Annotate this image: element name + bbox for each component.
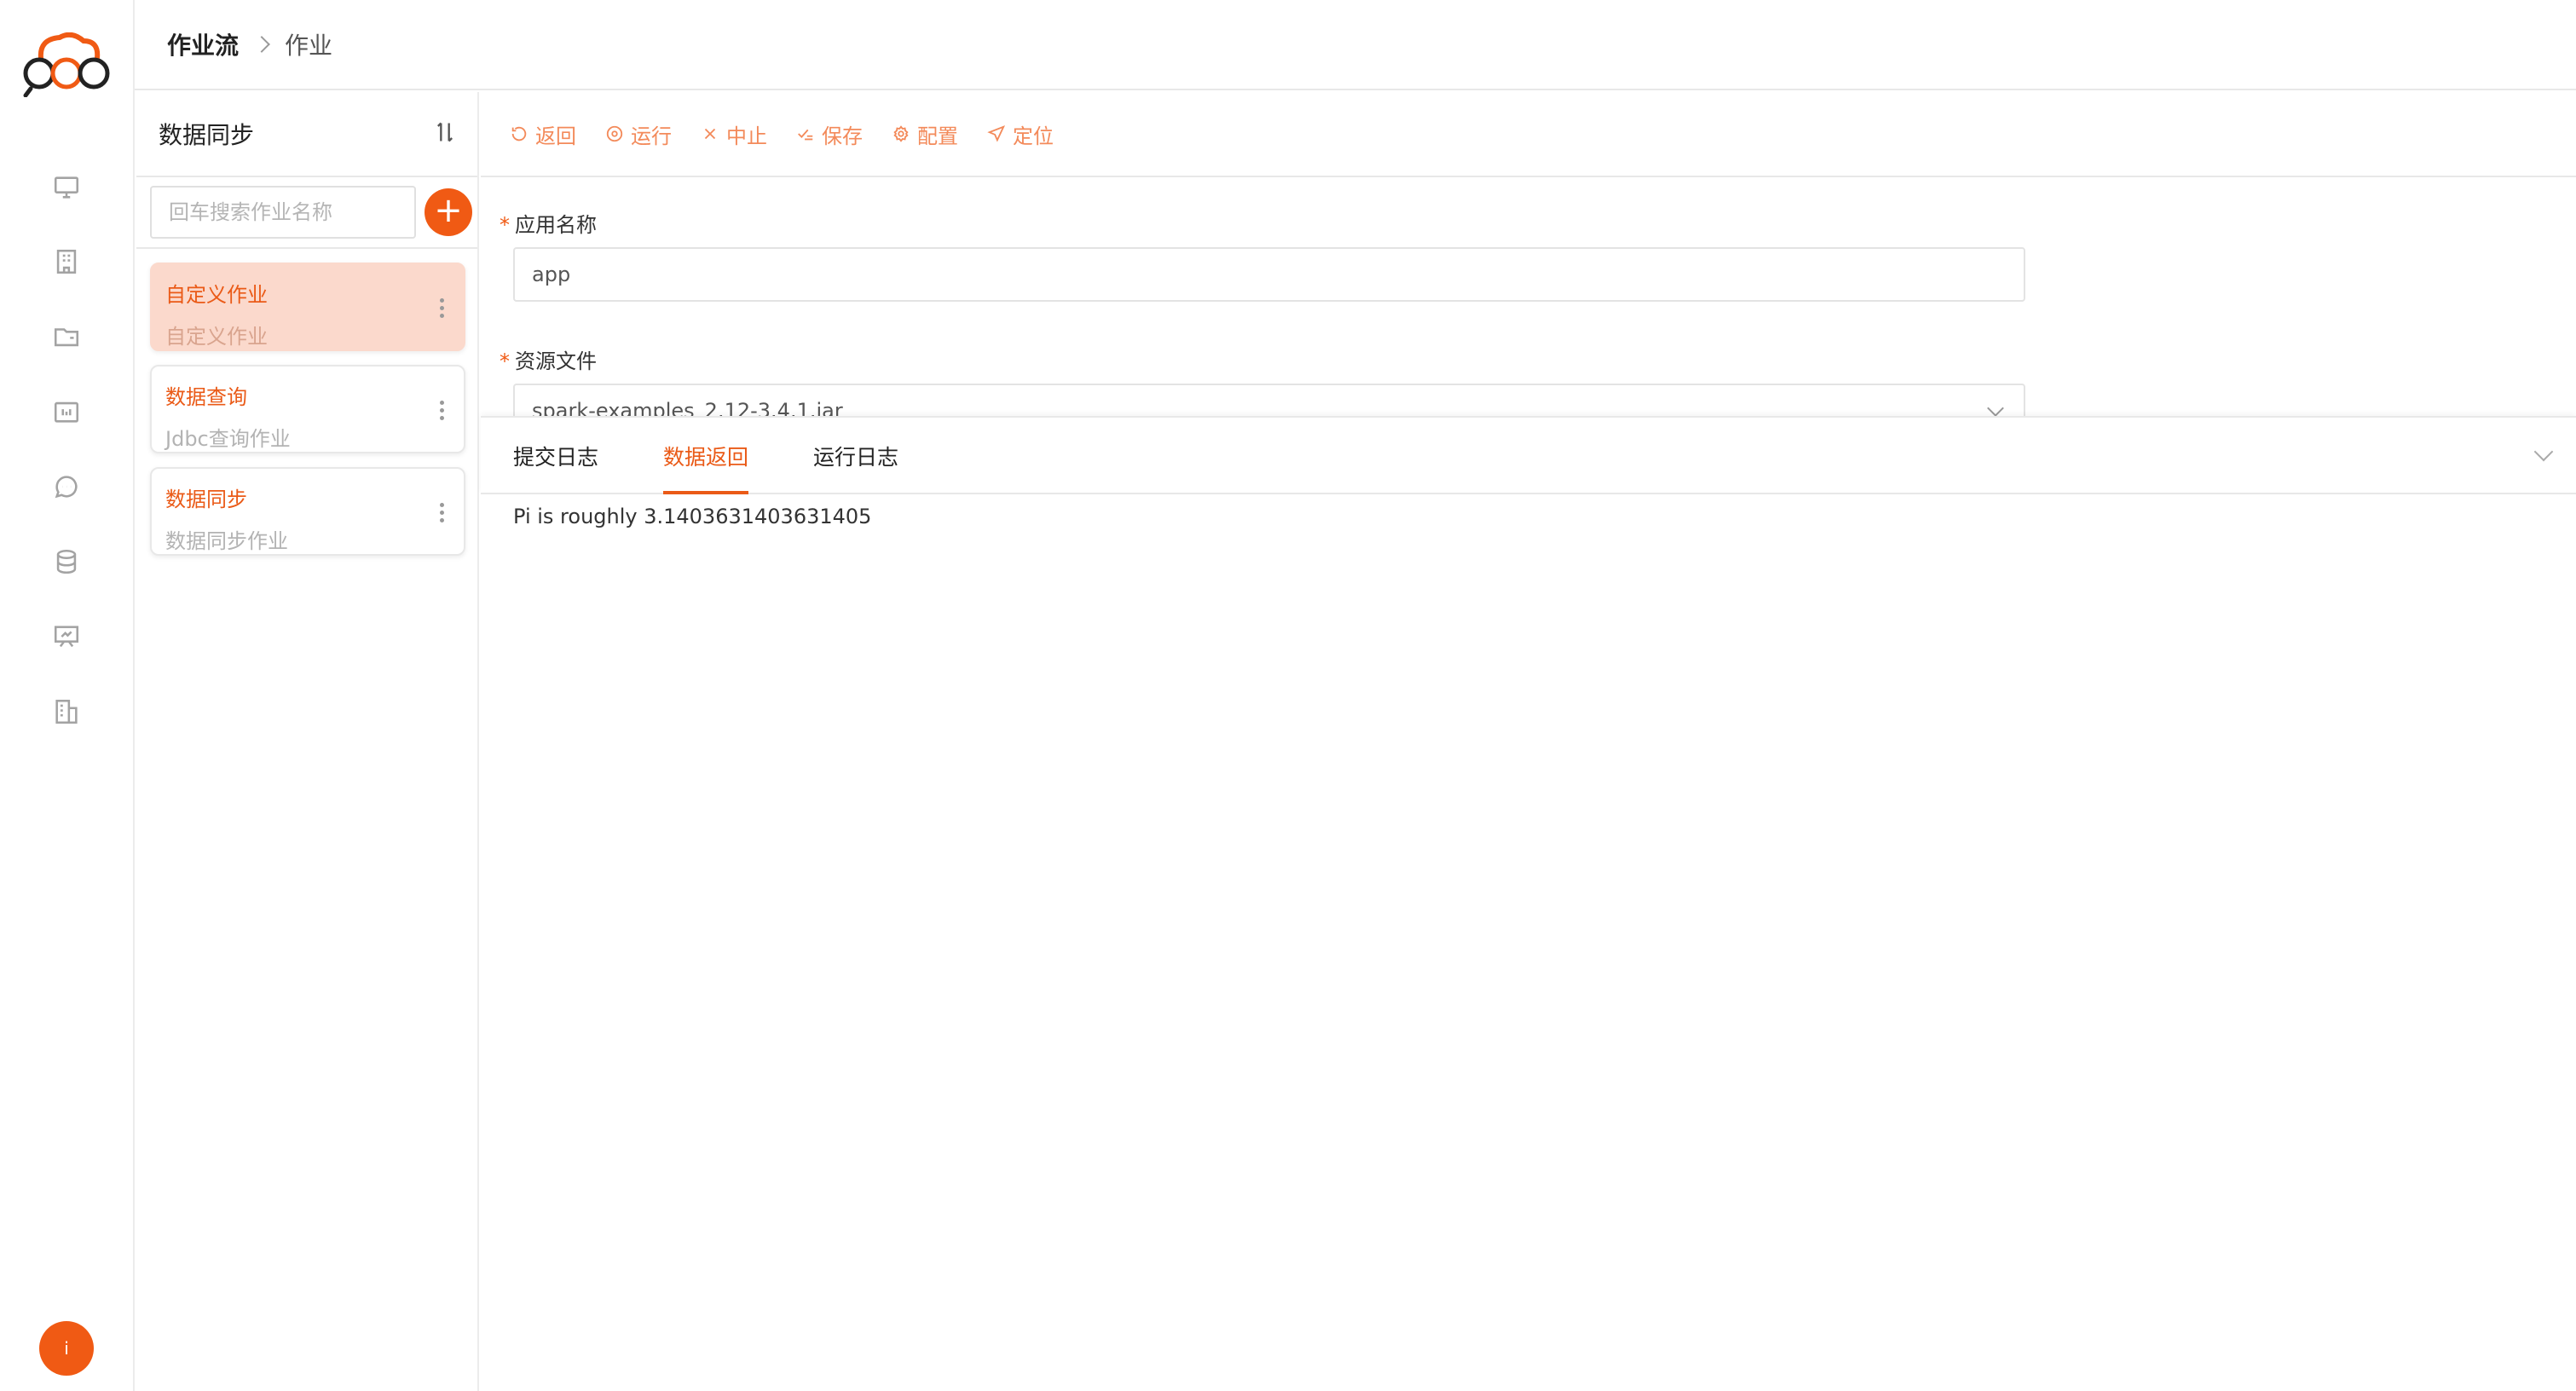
job-search-input[interactable] [150,186,416,239]
logo-icon [23,32,110,97]
top-header: 作业流 作业 [135,0,2576,90]
job-toolbar: 返回 运行 中止 保存 配置 定位 [481,92,2576,177]
job-card-custom[interactable]: 自定义作业 自定义作业 [150,263,465,351]
job-name: 数据同步 [165,488,247,511]
panel-header: 数据同步 [136,92,477,177]
more-options-icon[interactable] [440,401,445,420]
app-name-label: * 应用名称 [500,213,597,237]
undo-icon [511,126,527,141]
add-job-button[interactable]: + [425,188,472,236]
folder-icon[interactable] [48,318,85,355]
job-card-query[interactable]: 数据查询 Jdbc查询作业 [150,365,465,453]
calendar-icon[interactable] [48,393,85,430]
navigation-icon [987,125,1006,142]
tab-data-return[interactable]: 数据返回 [663,418,749,494]
resource-file-label: * 资源文件 [500,349,597,373]
run-button[interactable]: 运行 [605,119,672,149]
locate-label: 定位 [1013,124,1054,148]
chevron-down-icon[interactable] [2533,442,2554,462]
config-label: 配置 [917,124,958,148]
play-circle-icon [606,125,623,142]
job-list-panel: 数据同步 + 自定义作业 自定义作业 数据查询 Jdbc查询作业 数据同步 数据… [136,92,479,1391]
left-rail: i [0,0,135,1391]
job-type: 自定义作业 [165,325,268,349]
chevron-right-icon [253,36,270,53]
more-options-icon[interactable] [440,298,445,318]
job-name: 数据查询 [165,385,247,409]
chat-icon[interactable] [48,468,85,505]
tab-submit-log[interactable]: 提交日志 [513,418,598,494]
presentation-icon[interactable] [48,618,85,655]
panel-title: 数据同步 [159,121,255,149]
back-label: 返回 [535,124,576,148]
sort-icon[interactable] [433,120,457,147]
gear-icon [893,125,909,142]
app-name-value: app [532,263,571,286]
app-name-input[interactable]: app [513,247,2025,302]
required-mark: * [500,213,510,237]
required-mark: * [500,349,510,373]
close-icon [704,128,716,140]
resource-file-value: spark-examples_2.12-3.4.1.jar [532,399,843,416]
breadcrumb-current: 作业 [285,32,333,60]
building-icon[interactable] [48,243,85,280]
breadcrumb-root[interactable]: 作业流 [167,27,239,61]
job-card-sync[interactable]: 数据同步 数据同步作业 [150,467,465,556]
main-content: 返回 运行 中止 保存 配置 定位 * 应用名称 app * 资源文件 spar… [481,92,2576,1391]
job-config-form: * 应用名称 app * 资源文件 spark-examples_2.12-3.4.… [481,179,2576,416]
job-type: Jdbc查询作业 [165,427,291,451]
stop-button[interactable]: 中止 [701,119,767,149]
database-icon[interactable] [48,543,85,580]
stop-label: 中止 [726,124,767,148]
plus-icon: + [434,191,463,230]
save-button[interactable]: 保存 [796,119,863,149]
locate-button[interactable]: 定位 [987,119,1054,149]
monitor-icon[interactable] [48,169,85,206]
output-text: Pi is roughly 3.1403631403631405 [513,505,872,528]
job-type: 数据同步作业 [165,529,288,553]
result-tabs: 提交日志 数据返回 运行日志 [481,416,2576,494]
resource-file-select[interactable]: spark-examples_2.12-3.4.1.jar [513,384,2025,416]
office-icon[interactable] [48,693,85,730]
app-root: i 作业流 作业 数据同步 + 自定义作业 自定义作业 数据查询 Jdbc [0,0,2576,1391]
save-label: 保存 [822,124,863,148]
avatar-text: i [64,1338,69,1359]
search-row: + [136,177,477,249]
tab-run-log[interactable]: 运行日志 [813,418,898,494]
check-list-icon [798,129,813,141]
back-button[interactable]: 返回 [510,119,576,149]
job-name: 自定义作业 [165,283,268,307]
more-options-icon[interactable] [440,503,445,522]
config-button[interactable]: 配置 [892,119,958,149]
run-label: 运行 [631,124,672,148]
chevron-down-icon [1987,400,2004,416]
user-avatar[interactable]: i [39,1321,94,1376]
